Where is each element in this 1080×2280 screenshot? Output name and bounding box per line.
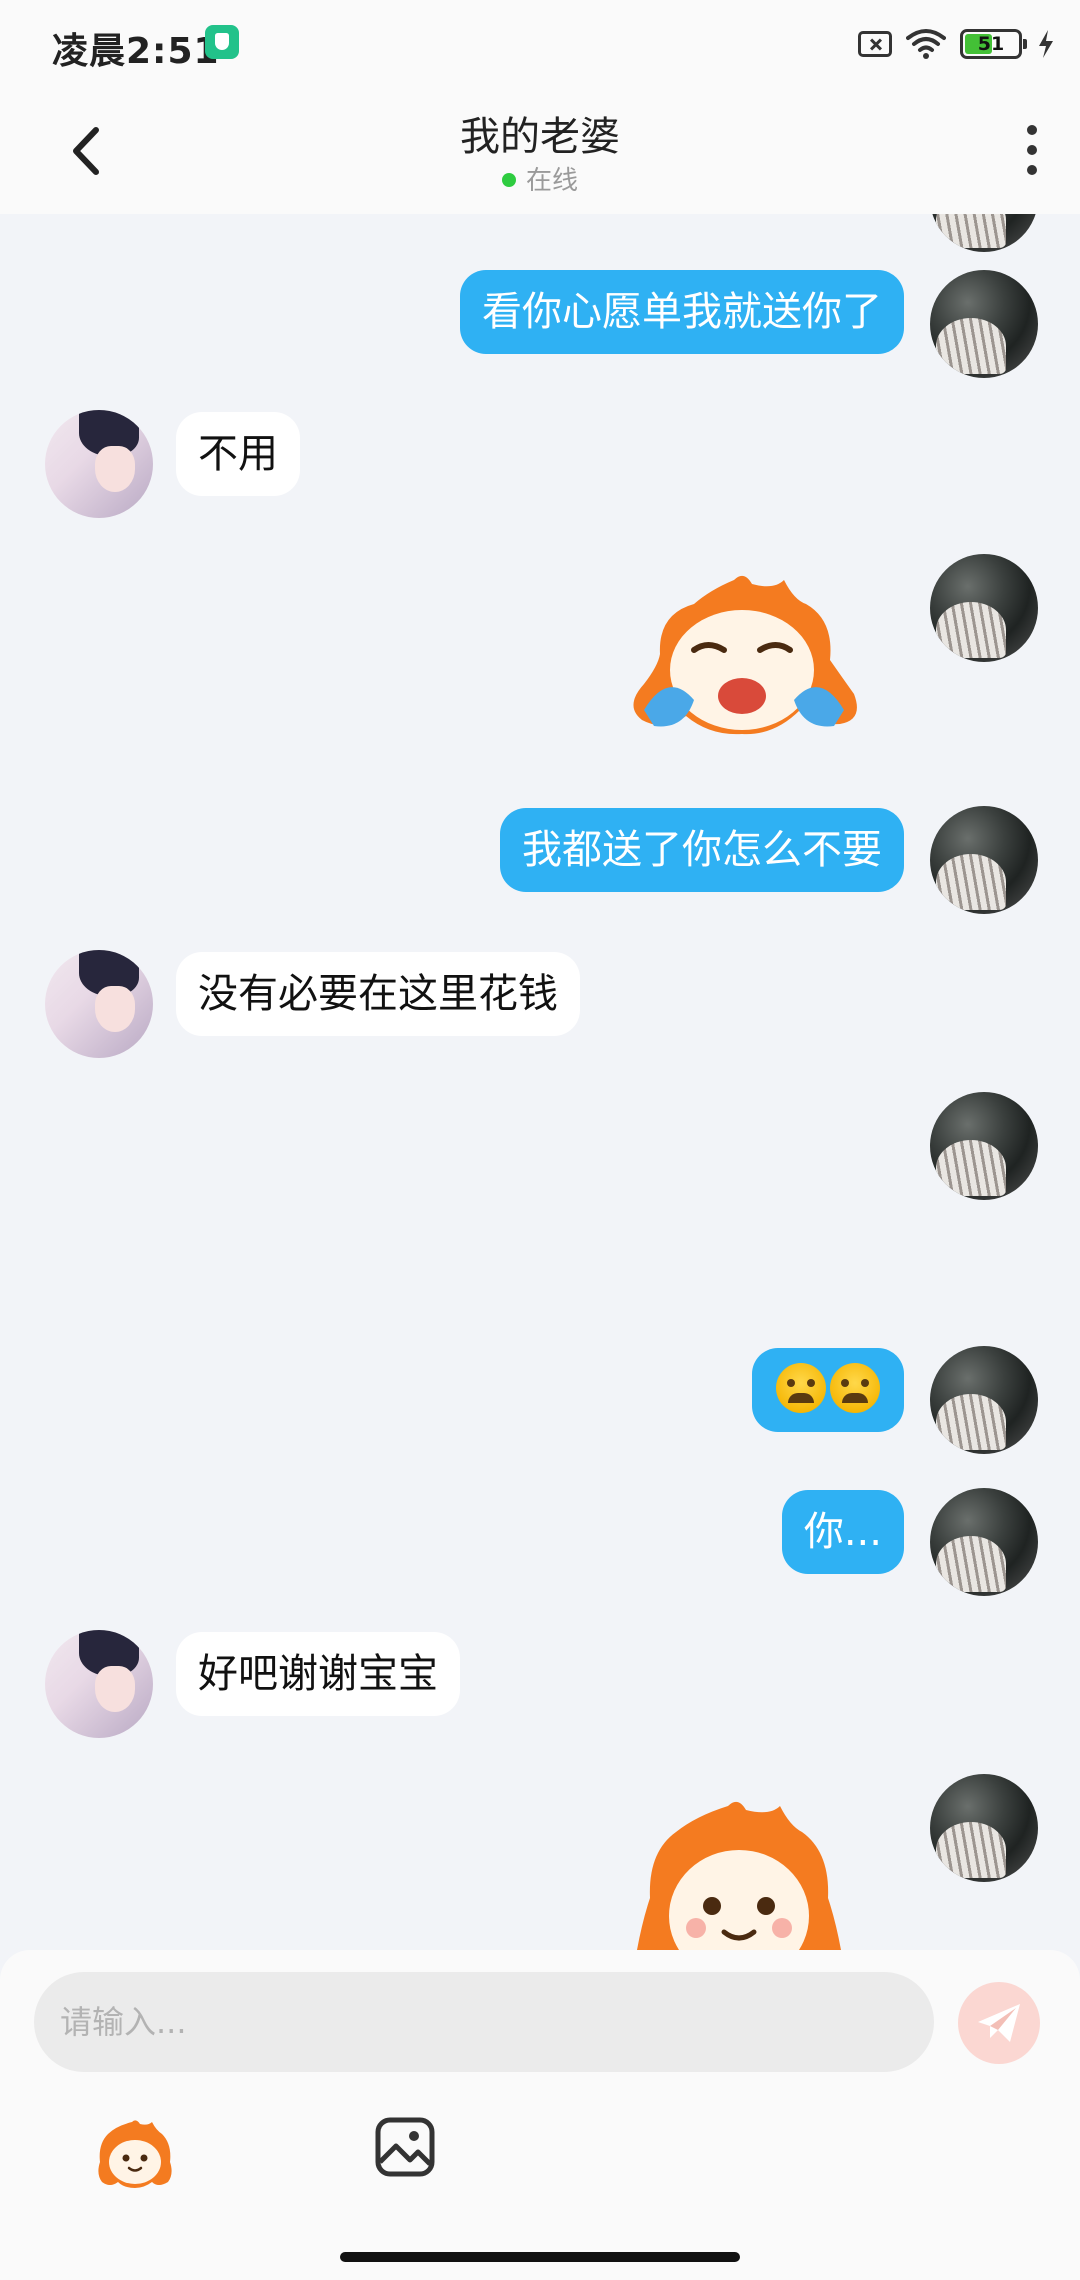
my-emoji-bubble[interactable]: [752, 1348, 904, 1432]
battery-level: 51: [977, 33, 1005, 55]
battery-icon: 51: [960, 29, 1027, 59]
contact-avatar[interactable]: [45, 950, 153, 1058]
shield-icon: [205, 25, 239, 59]
contact-avatar[interactable]: [45, 1630, 153, 1738]
contact-avatar[interactable]: [45, 410, 153, 518]
crying-mascot-sticker[interactable]: [624, 570, 864, 750]
my-avatar[interactable]: [930, 214, 1038, 252]
status-icons: 51: [858, 24, 1056, 64]
my-avatar[interactable]: [930, 806, 1038, 914]
my-avatar[interactable]: [930, 1092, 1038, 1200]
online-dot-icon: [501, 173, 516, 187]
image-picker-icon[interactable]: [374, 2116, 436, 2178]
anxious-face-icon: [776, 1363, 826, 1413]
my-avatar[interactable]: [930, 1346, 1038, 1454]
online-status: 在线: [0, 160, 1080, 197]
my-avatar[interactable]: [930, 1488, 1038, 1596]
composer-panel: [0, 1950, 1080, 2280]
my-message-bubble[interactable]: 我都送了你怎么不要: [500, 808, 904, 892]
sticker-picker-icon[interactable]: [96, 2118, 174, 2188]
more-options-button[interactable]: [1012, 120, 1052, 184]
my-message-bubble[interactable]: 你...: [781, 1490, 904, 1574]
message-input[interactable]: [34, 1972, 934, 2072]
more-dot-icon: [1027, 125, 1037, 135]
my-avatar[interactable]: [930, 554, 1038, 662]
wifi-icon: [906, 29, 946, 59]
my-message-bubble[interactable]: 看你心愿单我就送你了: [460, 270, 904, 354]
chat-header: 我的老婆 在线: [0, 88, 1080, 214]
more-dot-icon: [1027, 165, 1037, 175]
anxious-face-icon: [830, 1363, 880, 1413]
status-time: 凌晨2:51: [52, 31, 220, 72]
contact-name: 我的老婆: [460, 114, 620, 160]
home-indicator[interactable]: [340, 2252, 740, 2262]
my-avatar[interactable]: [930, 1774, 1038, 1882]
contact-message-bubble[interactable]: 好吧谢谢宝宝: [176, 1632, 460, 1716]
charging-icon: [1039, 30, 1053, 58]
send-icon: [978, 2004, 1020, 2042]
more-dot-icon: [1027, 145, 1037, 155]
send-button[interactable]: [958, 1982, 1040, 2064]
no-sim-icon: [858, 31, 892, 57]
my-avatar[interactable]: [930, 270, 1038, 378]
online-status-text: 在线: [525, 166, 578, 196]
contact-message-bubble[interactable]: 不用: [176, 412, 300, 496]
status-bar: 凌晨2:51 51: [0, 0, 1080, 88]
smiling-mascot-sticker[interactable]: [624, 1798, 854, 1950]
contact-message-bubble[interactable]: 没有必要在这里花钱: [176, 952, 580, 1036]
message-list[interactable]: 看你心愿单我就送你了 不用 我都送了你怎么不要 没有必要在这里花钱 你... 好…: [0, 214, 1080, 1950]
